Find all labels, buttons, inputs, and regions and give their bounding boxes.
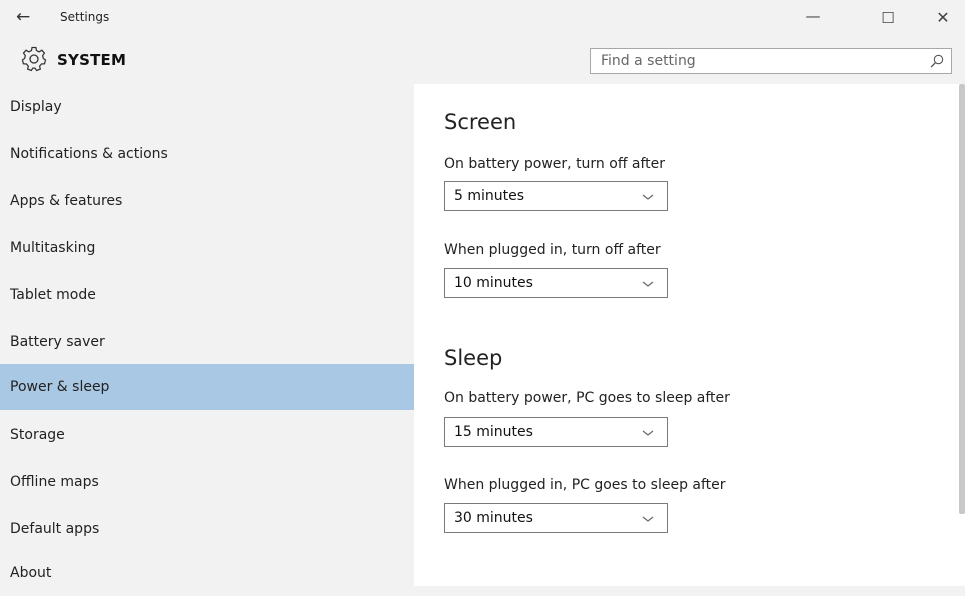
maximize-button[interactable]: ☐ (865, 6, 911, 30)
sidebar-item-apps-features[interactable]: Apps & features (0, 178, 414, 224)
sidebar-item-default-apps[interactable]: Default apps (0, 506, 414, 552)
sleep-battery-label: On battery power, PC goes to sleep after (444, 390, 730, 406)
sleep-battery-value: 15 minutes (454, 424, 533, 440)
chevron-down-icon (642, 194, 654, 200)
back-arrow-icon[interactable]: ← (16, 6, 30, 28)
section-heading-screen: Screen (444, 110, 517, 134)
section-heading-sleep: Sleep (444, 346, 503, 370)
screen-plugged-label: When plugged in, turn off after (444, 242, 661, 258)
window-title: Settings (60, 10, 110, 24)
sidebar-item-tablet-mode[interactable]: Tablet mode (0, 272, 414, 318)
sidebar-item-multitasking[interactable]: Multitasking (0, 225, 414, 271)
sidebar-item-display[interactable]: Display (0, 84, 414, 130)
sleep-plugged-label: When plugged in, PC goes to sleep after (444, 477, 726, 493)
close-button[interactable]: ✕ (920, 6, 965, 30)
gear-icon (21, 46, 47, 72)
title-bar: ← Settings — ☐ ✕ (0, 0, 965, 38)
sidebar-item-about[interactable]: About (0, 550, 414, 596)
sidebar: Display Notifications & actions Apps & f… (0, 84, 414, 586)
screen-plugged-dropdown[interactable]: 10 minutes (444, 268, 668, 298)
chevron-down-icon (642, 516, 654, 522)
sidebar-item-battery-saver[interactable]: Battery saver (0, 319, 414, 365)
chevron-down-icon (642, 281, 654, 287)
sleep-plugged-dropdown[interactable]: 30 minutes (444, 503, 668, 533)
search-input[interactable] (591, 49, 921, 73)
screen-battery-label: On battery power, turn off after (444, 156, 666, 172)
minimize-button[interactable]: — (790, 4, 836, 28)
sidebar-item-offline-maps[interactable]: Offline maps (0, 459, 414, 505)
sleep-plugged-value: 30 minutes (454, 510, 533, 526)
search-box[interactable] (590, 48, 952, 74)
screen-plugged-value: 10 minutes (454, 275, 533, 291)
main-content: Screen On battery power, turn off after … (414, 84, 965, 586)
page-title: SYSTEM (57, 51, 127, 69)
sidebar-item-power-sleep[interactable]: Power & sleep (0, 364, 414, 410)
sleep-battery-dropdown[interactable]: 15 minutes (444, 417, 668, 447)
search-icon[interactable] (929, 53, 945, 69)
sidebar-item-storage[interactable]: Storage (0, 412, 414, 458)
chevron-down-icon (642, 430, 654, 436)
screen-battery-value: 5 minutes (454, 188, 525, 204)
screen-battery-dropdown[interactable]: 5 minutes (444, 181, 668, 211)
sidebar-item-notifications-actions[interactable]: Notifications & actions (0, 131, 414, 177)
scrollbar[interactable] (959, 84, 965, 514)
